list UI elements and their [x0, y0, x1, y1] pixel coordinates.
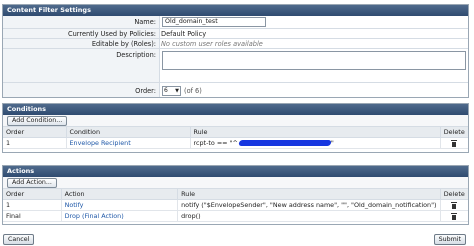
actions-table: Order Action Rule Delete 1 Notify notify…	[3, 189, 468, 222]
actions-title: Actions	[3, 166, 468, 177]
conditions-header-row: Order Condition Rule Delete	[3, 127, 468, 138]
action-order: Final	[3, 210, 62, 222]
condition-rule-text: rcpt-to == "^	[193, 139, 238, 147]
order-row: Order: 6 ▼ (of 6)	[3, 82, 468, 98]
actions-order-header: Order	[3, 189, 62, 200]
action-rule: notify ("$EnvelopeSender", "New address …	[177, 199, 441, 211]
description-row: Description:	[3, 48, 468, 83]
action-rule: drop()	[177, 210, 441, 222]
delete-action-button[interactable]	[440, 210, 468, 222]
trash-icon	[451, 201, 458, 209]
editable-value: No custom user roles available	[161, 40, 263, 48]
trash-icon	[451, 139, 458, 147]
order-select-value: 6	[164, 87, 168, 94]
condition-rule: rcpt-to == "^ "	[190, 137, 441, 149]
editable-label: Editable by (Roles):	[91, 40, 156, 48]
submit-button[interactable]: Submit	[433, 234, 466, 245]
chevron-down-icon: ▼	[175, 88, 179, 94]
actions-toolbar: Add Action...	[3, 177, 468, 189]
cancel-button[interactable]: Cancel	[3, 234, 35, 245]
name-label: Name:	[134, 18, 156, 26]
conditions-delete-header: Delete	[440, 127, 468, 138]
action-order: 1	[3, 199, 62, 211]
settings-panel: Content Filter Settings Name: Old_domain…	[2, 4, 469, 98]
actions-delete-header: Delete	[440, 189, 468, 200]
condition-link[interactable]: Envelope Recipient	[66, 137, 191, 149]
actions-header-row: Order Action Rule Delete	[3, 189, 468, 200]
conditions-toolbar: Add Condition...	[3, 115, 468, 127]
name-input[interactable]: Old_domain_test	[162, 17, 266, 27]
actions-panel: Actions Add Action... Order Action Rule …	[2, 165, 469, 225]
action-link[interactable]: Notify	[61, 199, 179, 211]
table-row: 1 Envelope Recipient rcpt-to == "^ "	[3, 137, 468, 149]
settings-title: Content Filter Settings	[3, 5, 468, 16]
conditions-table: Order Condition Rule Delete 1 Envelope R…	[3, 127, 468, 149]
action-link[interactable]: Drop (Final Action)	[61, 210, 179, 222]
delete-action-button[interactable]	[440, 199, 468, 211]
conditions-rule-header: Rule	[190, 127, 441, 138]
add-action-button[interactable]: Add Action...	[7, 178, 57, 188]
table-row: Final Drop (Final Action) drop()	[3, 210, 468, 222]
redaction-mark	[238, 140, 332, 146]
conditions-panel: Conditions Add Condition... Order Condit…	[2, 103, 469, 153]
order-select[interactable]: 6 ▼	[162, 86, 181, 96]
conditions-name-header: Condition	[66, 127, 191, 138]
conditions-order-header: Order	[3, 127, 67, 138]
description-textarea[interactable]	[162, 51, 466, 70]
add-condition-button[interactable]: Add Condition...	[7, 116, 68, 126]
name-row: Name: Old_domain_test	[3, 16, 468, 28]
used-by-value: Default Policy	[161, 30, 207, 38]
order-label: Order:	[135, 87, 156, 95]
actions-rule-header: Rule	[177, 189, 441, 200]
used-by-label: Currently Used by Policies:	[68, 30, 156, 38]
order-of-text: (of 6)	[184, 87, 202, 95]
condition-order: 1	[3, 137, 67, 149]
actions-name-header: Action	[61, 189, 179, 200]
trash-icon	[451, 212, 458, 220]
condition-rule-end: "	[330, 139, 334, 147]
description-label: Description:	[116, 51, 156, 59]
delete-condition-button[interactable]	[440, 137, 468, 149]
conditions-title: Conditions	[3, 104, 468, 115]
table-row: 1 Notify notify ("$EnvelopeSender", "New…	[3, 199, 468, 211]
